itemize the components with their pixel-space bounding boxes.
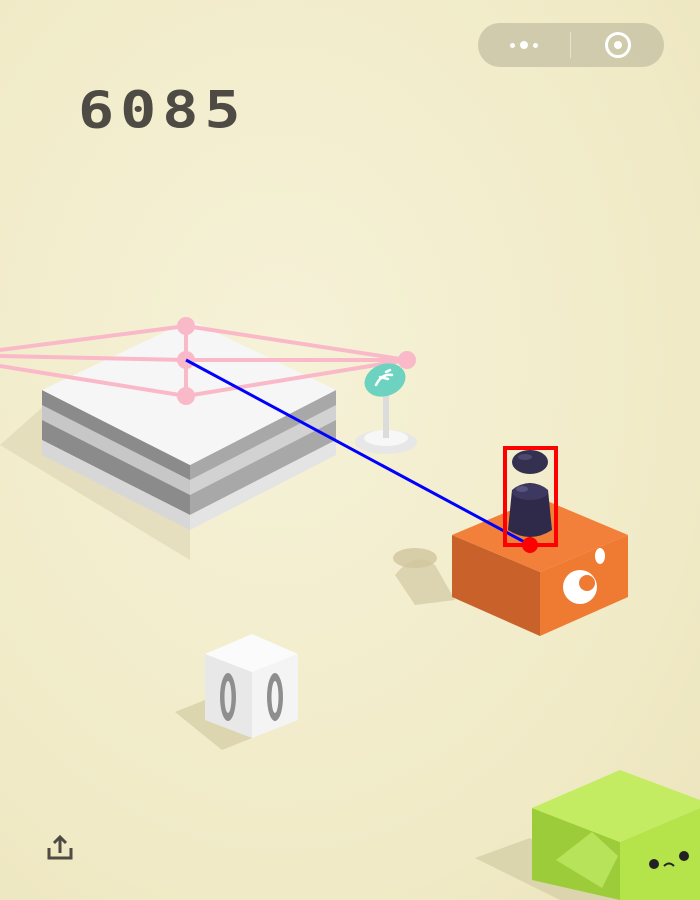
score-display: 6085 bbox=[78, 80, 247, 141]
more-dots-icon[interactable] bbox=[478, 23, 570, 67]
small-white-block bbox=[175, 634, 298, 750]
green-block bbox=[475, 770, 700, 900]
circle-target-icon[interactable] bbox=[571, 23, 664, 67]
game-stage[interactable]: 6085 bbox=[0, 0, 700, 900]
share-upload-icon[interactable] bbox=[44, 832, 76, 864]
capsule-menu bbox=[478, 23, 664, 67]
player-figure bbox=[508, 450, 552, 537]
bonus-signpost bbox=[355, 363, 417, 454]
player-target-point bbox=[522, 537, 538, 553]
